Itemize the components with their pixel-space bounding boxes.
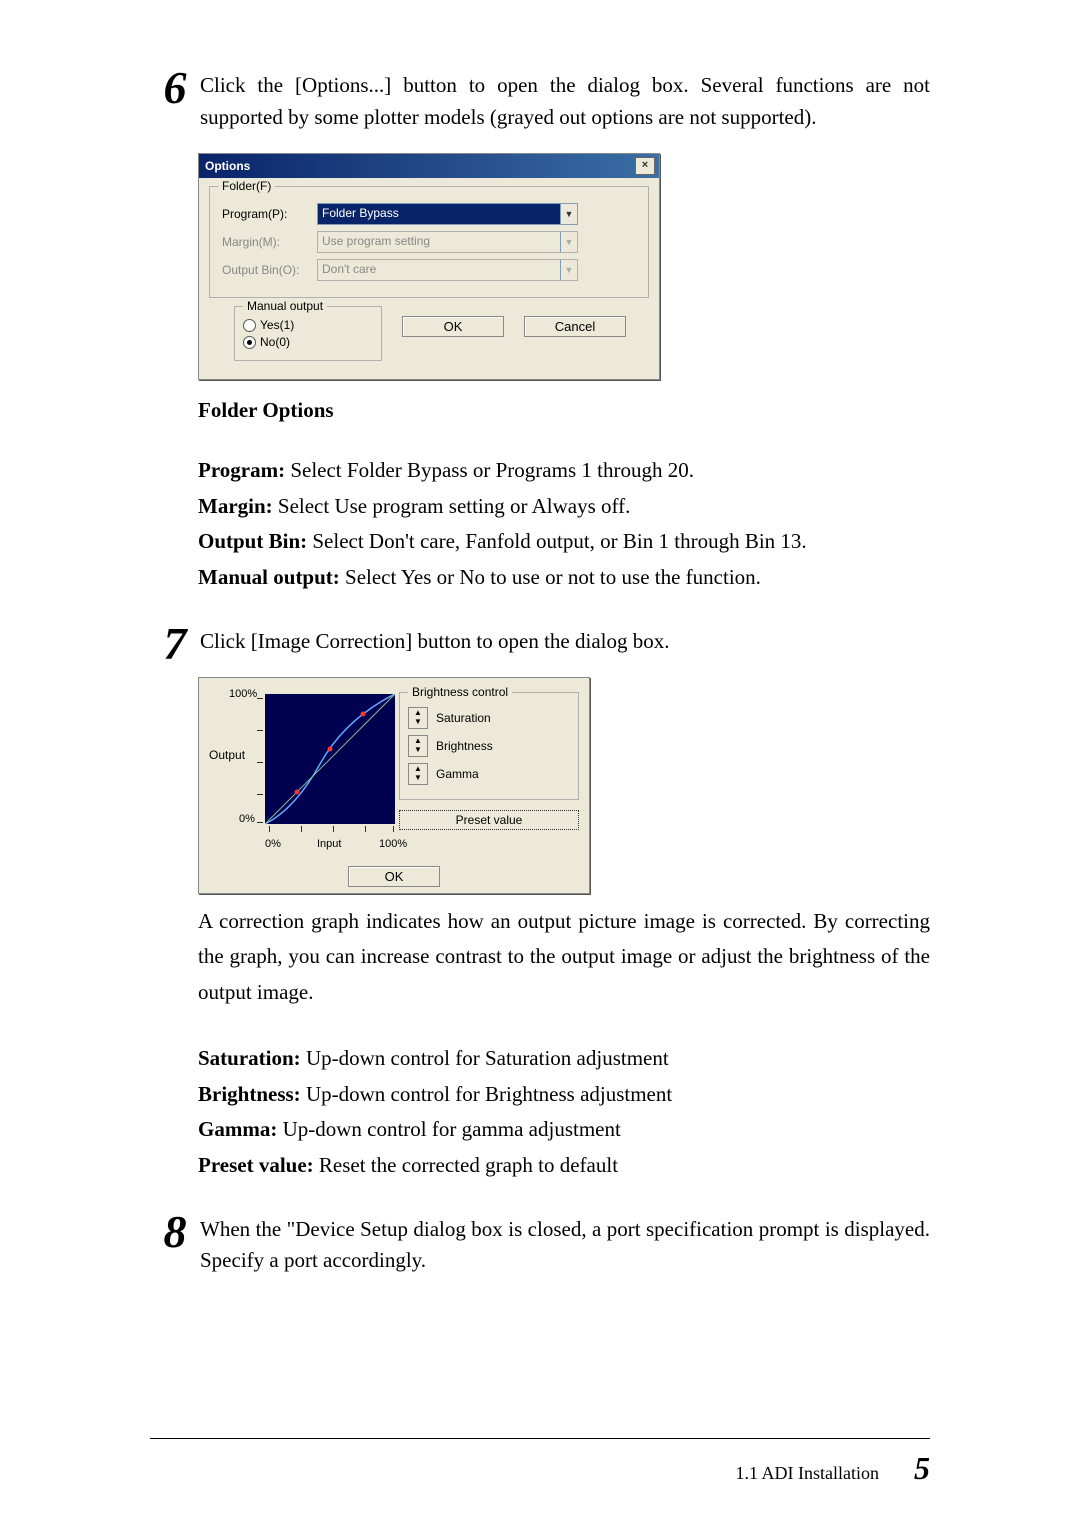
step-number-7: 7 — [150, 621, 200, 667]
gamma-spinner[interactable]: ▲▼ — [408, 763, 428, 785]
tick-icon — [257, 730, 263, 731]
folder-fieldset: Folder(F) Program(P): Folder Bypass ▼ Ma… — [209, 186, 649, 298]
manual-output-fieldset: Manual output Yes(1) No(0) — [234, 306, 382, 361]
preset-value-button[interactable]: Preset value — [399, 810, 579, 830]
tick-icon — [301, 826, 302, 832]
outputbin-combo: Don't care ▼ — [317, 259, 578, 281]
program-combo[interactable]: Folder Bypass ▼ — [317, 203, 578, 225]
tick-icon — [257, 794, 263, 795]
saturation-spinner[interactable]: ▲▼ — [408, 707, 428, 729]
saturation-desc: Up-down control for Saturation adjustmen… — [301, 1046, 669, 1070]
close-icon[interactable]: × — [635, 157, 655, 175]
tick-icon — [365, 826, 366, 832]
manual-desc: Select Yes or No to use or not to use th… — [340, 565, 761, 589]
page-number: 5 — [914, 1450, 930, 1487]
radio-yes[interactable]: Yes(1) — [243, 318, 373, 332]
y-axis-0: 0% — [239, 813, 255, 825]
program-term: Program: — [198, 458, 285, 482]
output-desc: Select Don't care, Fanfold output, or Bi… — [307, 529, 807, 553]
brightness-control-fieldset: Brightness control ▲▼ Saturation ▲▼ Brig… — [399, 692, 579, 800]
brightness-term: Brightness: — [198, 1082, 301, 1106]
tick-icon — [257, 822, 263, 823]
brightness-label: Brightness — [436, 739, 493, 753]
output-term: Output Bin: — [198, 529, 307, 553]
radio-icon — [243, 336, 256, 349]
saturation-label: Saturation — [436, 711, 491, 725]
tick-icon — [269, 826, 270, 832]
gamma-label: Gamma — [436, 767, 479, 781]
manual-term: Manual output: — [198, 565, 340, 589]
footer-rule — [150, 1438, 930, 1439]
footer-section: 1.1 ADI Installation — [736, 1463, 879, 1484]
x-axis-100: 100% — [379, 838, 407, 850]
program-combo-value: Folder Bypass — [318, 204, 560, 224]
tick-icon — [393, 826, 394, 832]
step-number-8: 8 — [150, 1209, 200, 1255]
step-7-paragraph: A correction graph indicates how an outp… — [198, 904, 930, 1011]
brightness-spinner[interactable]: ▲▼ — [408, 735, 428, 757]
margin-label: Margin(M): — [222, 235, 317, 249]
tick-icon — [257, 698, 263, 699]
step-number-6: 6 — [150, 65, 200, 111]
gamma-desc: Up-down control for gamma adjustment — [277, 1117, 621, 1141]
manual-legend: Manual output — [243, 299, 327, 313]
corrections-list: Saturation: Up-down control for Saturati… — [198, 1041, 930, 1184]
radio-no[interactable]: No(0) — [243, 335, 373, 349]
program-desc: Select Folder Bypass or Programs 1 throu… — [285, 458, 694, 482]
tick-icon — [257, 762, 263, 763]
saturation-term: Saturation: — [198, 1046, 301, 1070]
y-axis-100: 100% — [229, 688, 257, 700]
radio-yes-label: Yes(1) — [260, 318, 294, 332]
options-titlebar: Options × — [199, 154, 659, 178]
options-dialog: Options × Folder(F) Program(P): Folder B… — [198, 153, 660, 380]
chevron-down-icon: ▼ — [560, 260, 577, 280]
step-8: 8 When the "Device Setup dialog box is c… — [150, 1214, 930, 1277]
step-6-text: Click the [Options...] button to open th… — [200, 70, 930, 133]
program-label: Program(P): — [222, 207, 317, 221]
ok-button[interactable]: OK — [402, 316, 504, 337]
gamma-term: Gamma: — [198, 1117, 277, 1141]
margin-combo-value: Use program setting — [318, 232, 560, 252]
curve-icon — [265, 694, 395, 824]
step-8-text: When the "Device Setup dialog box is clo… — [200, 1214, 930, 1277]
step-7-text: Click [Image Correction] button to open … — [200, 626, 930, 658]
x-axis-label: Input — [317, 838, 341, 850]
margin-desc: Select Use program setting or Always off… — [273, 494, 631, 518]
outputbin-label: Output Bin(O): — [222, 263, 317, 277]
folder-legend: Folder(F) — [218, 179, 275, 193]
x-axis-0: 0% — [265, 838, 281, 850]
outputbin-combo-value: Don't care — [318, 260, 560, 280]
ic-ok-button[interactable]: OK — [348, 866, 440, 887]
margin-combo: Use program setting ▼ — [317, 231, 578, 253]
brightness-control-legend: Brightness control — [408, 685, 512, 699]
tick-icon — [333, 826, 334, 832]
preset-term: Preset value: — [198, 1153, 314, 1177]
graph-plot-area — [265, 694, 395, 824]
radio-no-label: No(0) — [260, 335, 290, 349]
correction-graph: 100% 0% Output 0% Input 100% — [209, 688, 389, 858]
step-7: 7 Click [Image Correction] button to ope… — [150, 626, 930, 667]
margin-term: Margin: — [198, 494, 273, 518]
chevron-down-icon: ▼ — [560, 204, 577, 224]
options-title: Options — [205, 159, 250, 173]
y-axis-label: Output — [209, 748, 245, 762]
page-footer: 1.1 ADI Installation 5 — [150, 1450, 930, 1487]
radio-icon — [243, 319, 256, 332]
cancel-button[interactable]: Cancel — [524, 316, 626, 337]
folder-options-text: Program: Select Folder Bypass or Program… — [198, 453, 930, 596]
folder-options-heading: Folder Options — [198, 398, 930, 423]
chevron-down-icon: ▼ — [560, 232, 577, 252]
preset-desc: Reset the corrected graph to default — [314, 1153, 618, 1177]
image-correction-dialog: 100% 0% Output 0% Input 100% — [198, 677, 590, 894]
step-6: 6 Click the [Options...] button to open … — [150, 70, 930, 133]
brightness-desc: Up-down control for Brightness adjustmen… — [301, 1082, 673, 1106]
